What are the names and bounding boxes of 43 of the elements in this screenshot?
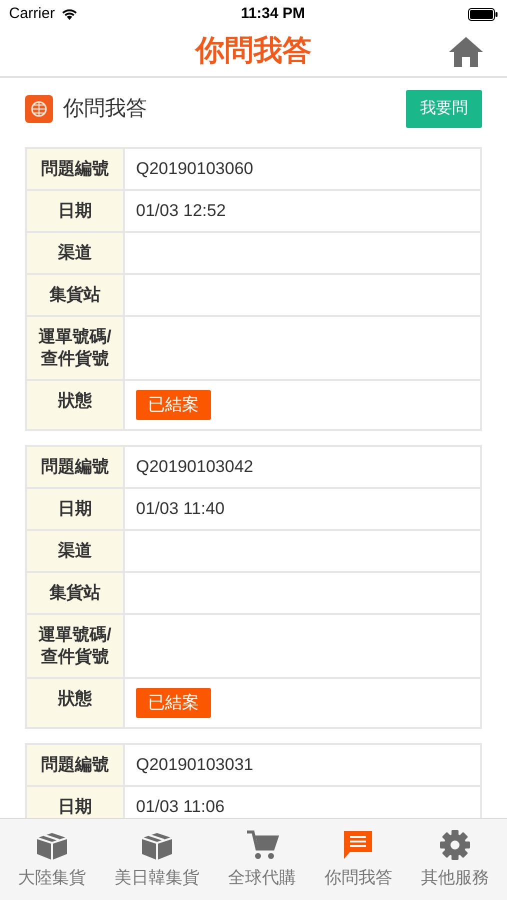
field-label: 集貨站 bbox=[27, 275, 125, 315]
tab-bar-item[interactable]: 美日韓集貨 bbox=[114, 828, 200, 890]
field-label: 問題編號 bbox=[27, 149, 125, 189]
tab-label: 大陸集貨 bbox=[18, 866, 86, 889]
field-label: 集貨站 bbox=[27, 573, 125, 613]
field-label: 問題編號 bbox=[27, 447, 125, 487]
field-label: 渠道 bbox=[27, 531, 125, 571]
field-label: 日期 bbox=[27, 191, 125, 231]
tab-label: 美日韓集貨 bbox=[114, 866, 200, 889]
field-label: 運單號碼/ 查件貨號 bbox=[27, 317, 125, 379]
tab-bar-item[interactable]: 你問我答 bbox=[324, 828, 392, 890]
tab-bar-item[interactable]: 全球代購 bbox=[228, 828, 296, 890]
tab-bar-item[interactable]: 大陸集貨 bbox=[18, 828, 86, 890]
field-value: Q20190103060 bbox=[136, 158, 254, 180]
field-value: 01/03 12:52 bbox=[136, 200, 226, 222]
field-label: 渠道 bbox=[27, 233, 125, 273]
field-label: 問題編號 bbox=[27, 745, 125, 785]
settings-icon bbox=[438, 828, 472, 861]
section-title: 你問我答 bbox=[63, 96, 147, 122]
cart-icon bbox=[244, 828, 279, 861]
status-badge: 已結案 bbox=[136, 688, 211, 718]
wifi-icon bbox=[60, 8, 78, 20]
field-label: 運單號碼/ 查件貨號 bbox=[27, 615, 125, 677]
field-value: Q20190103031 bbox=[136, 754, 254, 776]
battery-icon bbox=[468, 8, 498, 20]
home-icon[interactable] bbox=[449, 37, 483, 67]
field-value: 01/03 11:40 bbox=[136, 498, 225, 520]
field-value: 01/03 11:06 bbox=[136, 796, 225, 818]
page-title: 你問我答 bbox=[196, 34, 312, 70]
field-label: 日期 bbox=[27, 787, 125, 818]
tab-label: 全球代購 bbox=[228, 866, 296, 889]
tab-label: 你問我答 bbox=[324, 866, 392, 889]
globe-icon bbox=[25, 95, 53, 123]
ask-button[interactable]: 我要問 bbox=[406, 90, 482, 128]
field-label: 狀態 bbox=[27, 381, 125, 429]
carrier-text: Carrier bbox=[9, 4, 55, 24]
status-badge: 已結案 bbox=[136, 390, 211, 420]
field-label: 日期 bbox=[27, 489, 125, 529]
field-label: 狀態 bbox=[27, 679, 125, 727]
field-value: Q20190103042 bbox=[136, 456, 254, 478]
tab-bar-item[interactable]: 其他服務 bbox=[420, 828, 489, 890]
tab-label: 其他服務 bbox=[420, 866, 489, 889]
clock-text: 11:34 PM bbox=[240, 4, 306, 24]
